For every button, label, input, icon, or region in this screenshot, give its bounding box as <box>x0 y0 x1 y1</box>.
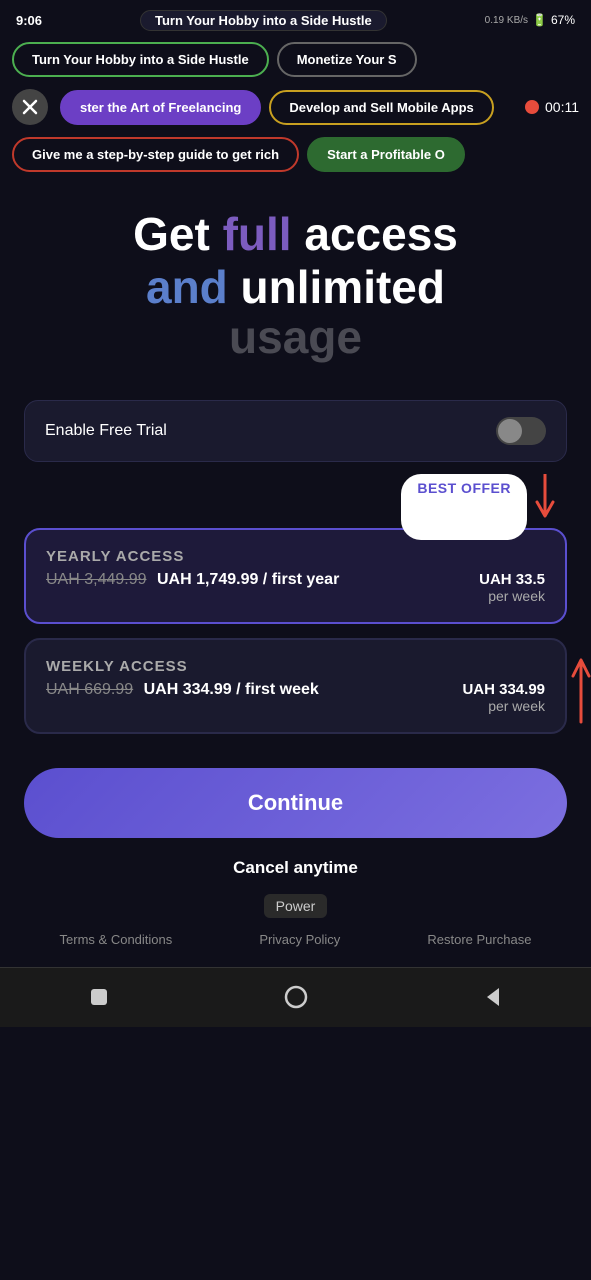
headline-full: full <box>223 208 292 260</box>
status-time: 9:06 <box>16 13 42 28</box>
pill-profitable[interactable]: Start a Profitable O <box>307 137 465 172</box>
weekly-plan-name: WEEKLY ACCESS <box>46 658 545 675</box>
status-bar: 9:06 Turn Your Hobby into a Side Hustle … <box>0 0 591 36</box>
weekly-side-main: UAH 334.99 <box>462 681 545 698</box>
weekly-plan-price-row: UAH 669.99 UAH 334.99 / first week UAH 3… <box>46 681 545 714</box>
footer-section: Power Terms & Conditions Privacy Policy … <box>0 894 591 959</box>
square-icon <box>88 986 110 1008</box>
status-center: Turn Your Hobby into a Side Hustle <box>140 10 387 31</box>
weekly-price-strike: UAH 669.99 <box>46 681 133 698</box>
back-icon <box>483 986 503 1008</box>
pill-hobby[interactable]: Turn Your Hobby into a Side Hustle <box>12 42 269 77</box>
timer-dot <box>525 100 539 114</box>
pills-row-2: ster the Art of Freelancing Develop and … <box>0 83 591 131</box>
toggle-knob <box>498 419 522 443</box>
arrow-down-icon <box>531 474 559 524</box>
battery-icon: 🔋 <box>532 13 547 27</box>
power-badge: Power <box>264 894 328 918</box>
best-offer-badge: BEST OFFER <box>401 474 527 540</box>
headline-get: Get <box>133 208 222 260</box>
pill-freelancing[interactable]: ster the Art of Freelancing <box>60 90 261 125</box>
pills-row-1: Turn Your Hobby into a Side Hustle Monet… <box>0 36 591 83</box>
terms-link[interactable]: Terms & Conditions <box>60 932 173 947</box>
status-right: 0.19 KB/s 🔋 67% <box>485 13 575 27</box>
headline-access: access <box>292 208 458 260</box>
yearly-plan-price: UAH 3,449.99 UAH 1,749.99 / first year <box>46 571 339 589</box>
weekly-price-main: UAH 334.99 / first week <box>144 681 319 698</box>
arrow-up-icon <box>567 644 591 724</box>
yearly-plan-price-row: UAH 3,449.99 UAH 1,749.99 / first year U… <box>46 571 545 604</box>
circle-icon <box>284 985 308 1009</box>
timer-text: 00:11 <box>545 99 579 115</box>
headline-text: Get full access and unlimited <box>32 208 559 314</box>
pill-mobile-apps[interactable]: Develop and Sell Mobile Apps <box>269 90 493 125</box>
yearly-plan-name: YEARLY ACCESS <box>46 548 545 565</box>
weekly-per-week: per week <box>462 698 545 714</box>
yearly-side-main: UAH 33.5 <box>479 571 545 588</box>
weekly-side-price: UAH 334.99 per week <box>462 681 545 714</box>
network-speed: 0.19 KB/s <box>485 15 528 26</box>
close-icon <box>22 99 38 115</box>
pill-monetize[interactable]: Monetize Your S <box>277 42 417 77</box>
weekly-plan-wrapper: WEEKLY ACCESS UAH 669.99 UAH 334.99 / fi… <box>0 638 591 734</box>
continue-button[interactable]: Continue <box>24 768 567 838</box>
weekly-plan-card[interactable]: WEEKLY ACCESS UAH 669.99 UAH 334.99 / fi… <box>24 638 567 734</box>
bottom-nav <box>0 967 591 1027</box>
best-offer-wrapper: BEST OFFER <box>0 474 591 524</box>
pill-rich[interactable]: Give me a step-by-step guide to get rich <box>12 137 299 172</box>
free-trial-label: Enable Free Trial <box>45 422 167 440</box>
battery-pct: 67% <box>551 13 575 27</box>
nav-home-button[interactable] <box>282 983 310 1011</box>
yearly-per-week: per week <box>479 588 545 604</box>
yearly-price-main: UAH 1,749.99 / first year <box>157 571 339 588</box>
free-trial-toggle-row[interactable]: Enable Free Trial <box>24 400 567 462</box>
headline-usage: usage <box>32 310 559 364</box>
yearly-price-strike: UAH 3,449.99 <box>46 571 147 588</box>
yearly-plan-card[interactable]: YEARLY ACCESS UAH 3,449.99 UAH 1,749.99 … <box>24 528 567 624</box>
nav-back-button[interactable] <box>479 983 507 1011</box>
cancel-text: Cancel anytime <box>0 858 591 878</box>
pills-row-3: Give me a step-by-step guide to get rich… <box>0 131 591 178</box>
timer-badge: 00:11 <box>525 99 579 115</box>
close-button[interactable] <box>12 89 48 125</box>
footer-links: Terms & Conditions Privacy Policy Restor… <box>0 924 591 959</box>
headline-unlimited: unlimited <box>228 261 445 313</box>
yearly-side-price: UAH 33.5 per week <box>479 571 545 604</box>
free-trial-switch[interactable] <box>496 417 546 445</box>
restore-link[interactable]: Restore Purchase <box>427 932 531 947</box>
weekly-plan-price: UAH 669.99 UAH 334.99 / first week <box>46 681 319 699</box>
privacy-link[interactable]: Privacy Policy <box>259 932 340 947</box>
headline-and: and <box>146 261 228 313</box>
headline-section: Get full access and unlimited usage <box>0 178 591 384</box>
nav-square-button[interactable] <box>85 983 113 1011</box>
